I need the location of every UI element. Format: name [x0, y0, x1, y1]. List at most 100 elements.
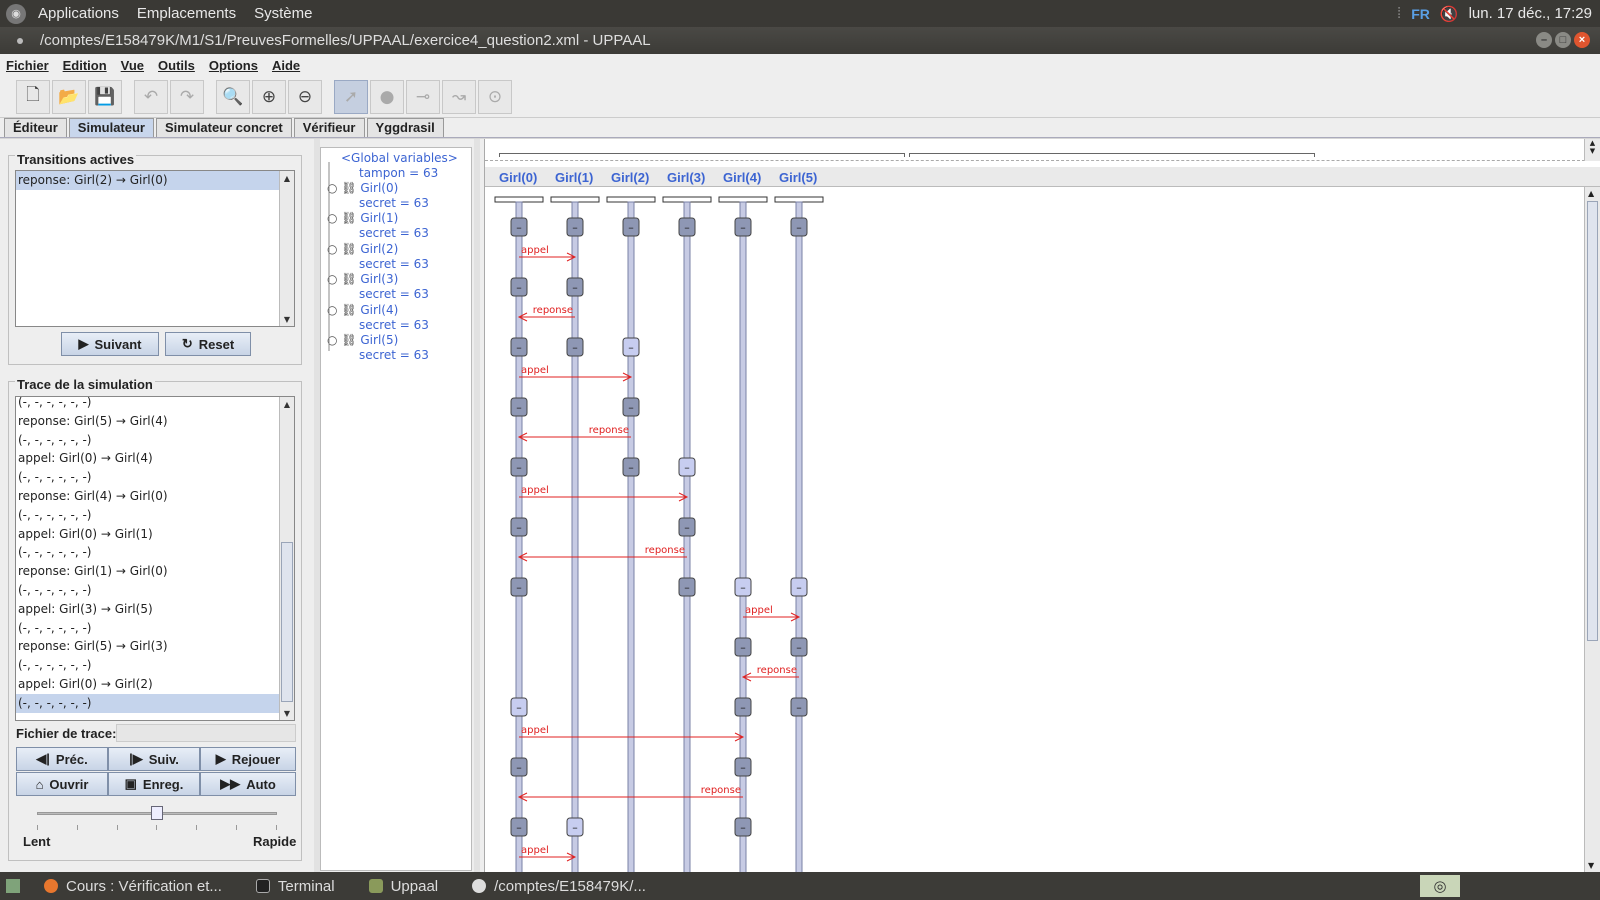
menu-view[interactable]: Vue [121, 58, 144, 73]
previous-button[interactable]: ◀| Préc. [16, 747, 108, 771]
scroll-down-icon[interactable]: ▼ [280, 312, 294, 326]
menu-options[interactable]: Options [209, 58, 258, 73]
trace-scroll-thumb[interactable] [281, 542, 293, 702]
tree-process-value[interactable]: secret = 63 [359, 196, 429, 210]
tree-process-value[interactable]: secret = 63 [359, 287, 429, 301]
add-edge-icon[interactable]: ⊸ [406, 79, 440, 114]
tree-tampon[interactable]: tampon = 63 [359, 166, 438, 180]
msc-scrollbar[interactable]: ▲ ▼ [1584, 187, 1600, 872]
trace-item[interactable]: (-, -, -, -, -, -) [16, 581, 281, 600]
scroll-down-icon[interactable]: ▼ [280, 706, 294, 720]
task-terminal[interactable]: Terminal [255, 878, 335, 895]
tree-process-value[interactable]: secret = 63 [359, 226, 429, 240]
clock[interactable]: lun. 17 déc., 17:29 [1469, 5, 1592, 22]
scroll-up-icon[interactable]: ▲ [1588, 189, 1594, 198]
tab-editor[interactable]: Éditeur [4, 118, 67, 137]
transitions-scrollbar[interactable]: ▲ ▼ [279, 171, 294, 326]
transition-item[interactable]: reponse: Girl(2) → Girl(0) [16, 171, 294, 190]
add-location-icon[interactable]: ● [370, 79, 404, 114]
trace-item[interactable]: reponse: Girl(5) → Girl(4) [16, 412, 281, 431]
zoom-in-icon[interactable]: ⊕ [252, 79, 286, 114]
keyboard-icon[interactable]: ⁞ [1397, 5, 1401, 22]
maximize-button[interactable]: □ [1555, 32, 1571, 48]
menu-tools[interactable]: Outils [158, 58, 195, 73]
trace-file-field[interactable] [116, 724, 296, 742]
select-tool-icon[interactable]: ➚ [334, 79, 368, 114]
trace-item[interactable]: reponse: Girl(4) → Girl(0) [16, 487, 281, 506]
slider-thumb[interactable] [151, 806, 163, 820]
new-file-icon[interactable]: 🗋 [16, 79, 50, 114]
process-header[interactable]: Girl(4) [723, 170, 761, 185]
add-nail-icon[interactable]: ↝ [442, 79, 476, 114]
save-trace-button[interactable]: ▣ Enreg. [108, 772, 200, 796]
trace-item[interactable]: appel: Girl(0) → Girl(2) [16, 675, 281, 694]
auto-button[interactable]: ▶▶ Auto [200, 772, 296, 796]
tree-process-value[interactable]: secret = 63 [359, 257, 429, 271]
speed-slider[interactable] [37, 806, 277, 822]
menu-places[interactable]: Emplacements [137, 5, 236, 22]
trace-item[interactable]: appel: Girl(3) → Girl(5) [16, 600, 281, 619]
msc-diagram[interactable]: – – – – – –appel– –reponse–– –appel– –reponse–– –… [485, 187, 1585, 872]
add-initial-icon[interactable]: ⊙ [478, 79, 512, 114]
reset-button[interactable]: ↻ Reset [165, 332, 251, 356]
tree-process-value[interactable]: secret = 63 [359, 348, 429, 362]
tree-process-value[interactable]: secret = 63 [359, 318, 429, 332]
task-uppaal-window[interactable]: /comptes/E158479K/... [472, 878, 646, 895]
trace-list[interactable]: (-, -, -, -, -, -) reponse: Girl(5) → Gir… [15, 396, 295, 721]
save-icon[interactable]: 💾 [88, 79, 122, 114]
trace-item[interactable]: (-, -, -, -, -, -) [16, 656, 281, 675]
process-header[interactable]: Girl(2) [611, 170, 649, 185]
close-button[interactable]: × [1574, 32, 1590, 48]
replay-button[interactable]: ▶ Rejouer [200, 747, 296, 771]
minimize-button[interactable]: – [1536, 32, 1552, 48]
menu-system[interactable]: Système [254, 5, 312, 22]
trace-item[interactable]: appel: Girl(0) → Girl(4) [16, 449, 281, 468]
zoom-out-icon[interactable]: ⊖ [288, 79, 322, 114]
trace-item[interactable]: (-, -, -, -, -, -) [16, 693, 281, 713]
task-uppaal-folder[interactable]: Uppaal [368, 878, 438, 895]
following-button[interactable]: |▶ Suiv. [108, 747, 200, 771]
volume-muted-icon[interactable]: 🔇 [1440, 5, 1459, 23]
top-scrollbar[interactable]: ▲ ▼ [1584, 139, 1600, 161]
workspace-switcher[interactable]: ◎ [1420, 875, 1460, 897]
zoom-fit-icon[interactable]: 🔍 [216, 79, 250, 114]
scroll-up-icon[interactable]: ▲ [280, 171, 294, 185]
variables-tree[interactable]: <Global variables> tampon = 63 ○ ⛓ Girl(… [320, 147, 472, 871]
trace-item[interactable]: appel: Girl(0) → Girl(1) [16, 525, 281, 544]
menu-help[interactable]: Aide [272, 58, 300, 73]
menu-file[interactable]: Fichier [6, 58, 49, 73]
menu-applications[interactable]: Applications [38, 5, 119, 22]
trace-item[interactable]: reponse: Girl(1) → Girl(0) [16, 562, 281, 581]
menu-edit[interactable]: Edition [63, 58, 107, 73]
tab-concrete-simulator[interactable]: Simulateur concret [155, 118, 292, 137]
transitions-list[interactable]: reponse: Girl(2) → Girl(0) ▲ ▼ [15, 170, 295, 327]
trace-item[interactable]: (-, -, -, -, -, -) [16, 543, 281, 562]
trace-item[interactable]: (-, -, -, -, -, -) [16, 431, 281, 450]
process-header[interactable]: Girl(3) [667, 170, 705, 185]
open-folder-icon[interactable]: 📂 [52, 79, 86, 114]
language-indicator[interactable]: FR [1411, 6, 1430, 22]
process-header[interactable]: Girl(0) [499, 170, 537, 185]
show-desktop-icon[interactable] [6, 879, 20, 893]
process-header[interactable]: Girl(5) [779, 170, 817, 185]
trace-item[interactable]: (-, -, -, -, -, -) [16, 397, 281, 412]
tab-yggdrasil[interactable]: Yggdrasil [366, 118, 444, 137]
ubuntu-logo-icon[interactable]: ◉ [6, 3, 26, 24]
trace-item[interactable]: (-, -, -, -, -, -) [16, 506, 281, 525]
next-button[interactable]: ▶ Suivant [61, 332, 159, 356]
trace-item[interactable]: (-, -, -, -, -, -) [16, 619, 281, 638]
process-header[interactable]: Girl(1) [555, 170, 593, 185]
trace-item[interactable]: (-, -, -, -, -, -) [16, 468, 281, 487]
tab-simulator[interactable]: Simulateur [68, 118, 154, 137]
tab-verifier[interactable]: Vérifieur [293, 118, 365, 137]
window-menu-icon[interactable] [17, 38, 23, 44]
scroll-up-icon[interactable]: ▲ [280, 397, 294, 411]
splitter-right[interactable] [474, 139, 480, 872]
redo-icon[interactable]: ↷ [170, 79, 204, 114]
open-button[interactable]: ⌂ Ouvrir [16, 772, 108, 796]
undo-icon[interactable]: ↶ [134, 79, 168, 114]
trace-item[interactable]: reponse: Girl(5) → Girl(3) [16, 637, 281, 656]
trace-scrollbar[interactable]: ▲ ▼ [279, 397, 294, 720]
task-firefox[interactable]: Cours : Vérification et... [44, 878, 222, 895]
msc-scroll-thumb[interactable] [1587, 201, 1598, 641]
